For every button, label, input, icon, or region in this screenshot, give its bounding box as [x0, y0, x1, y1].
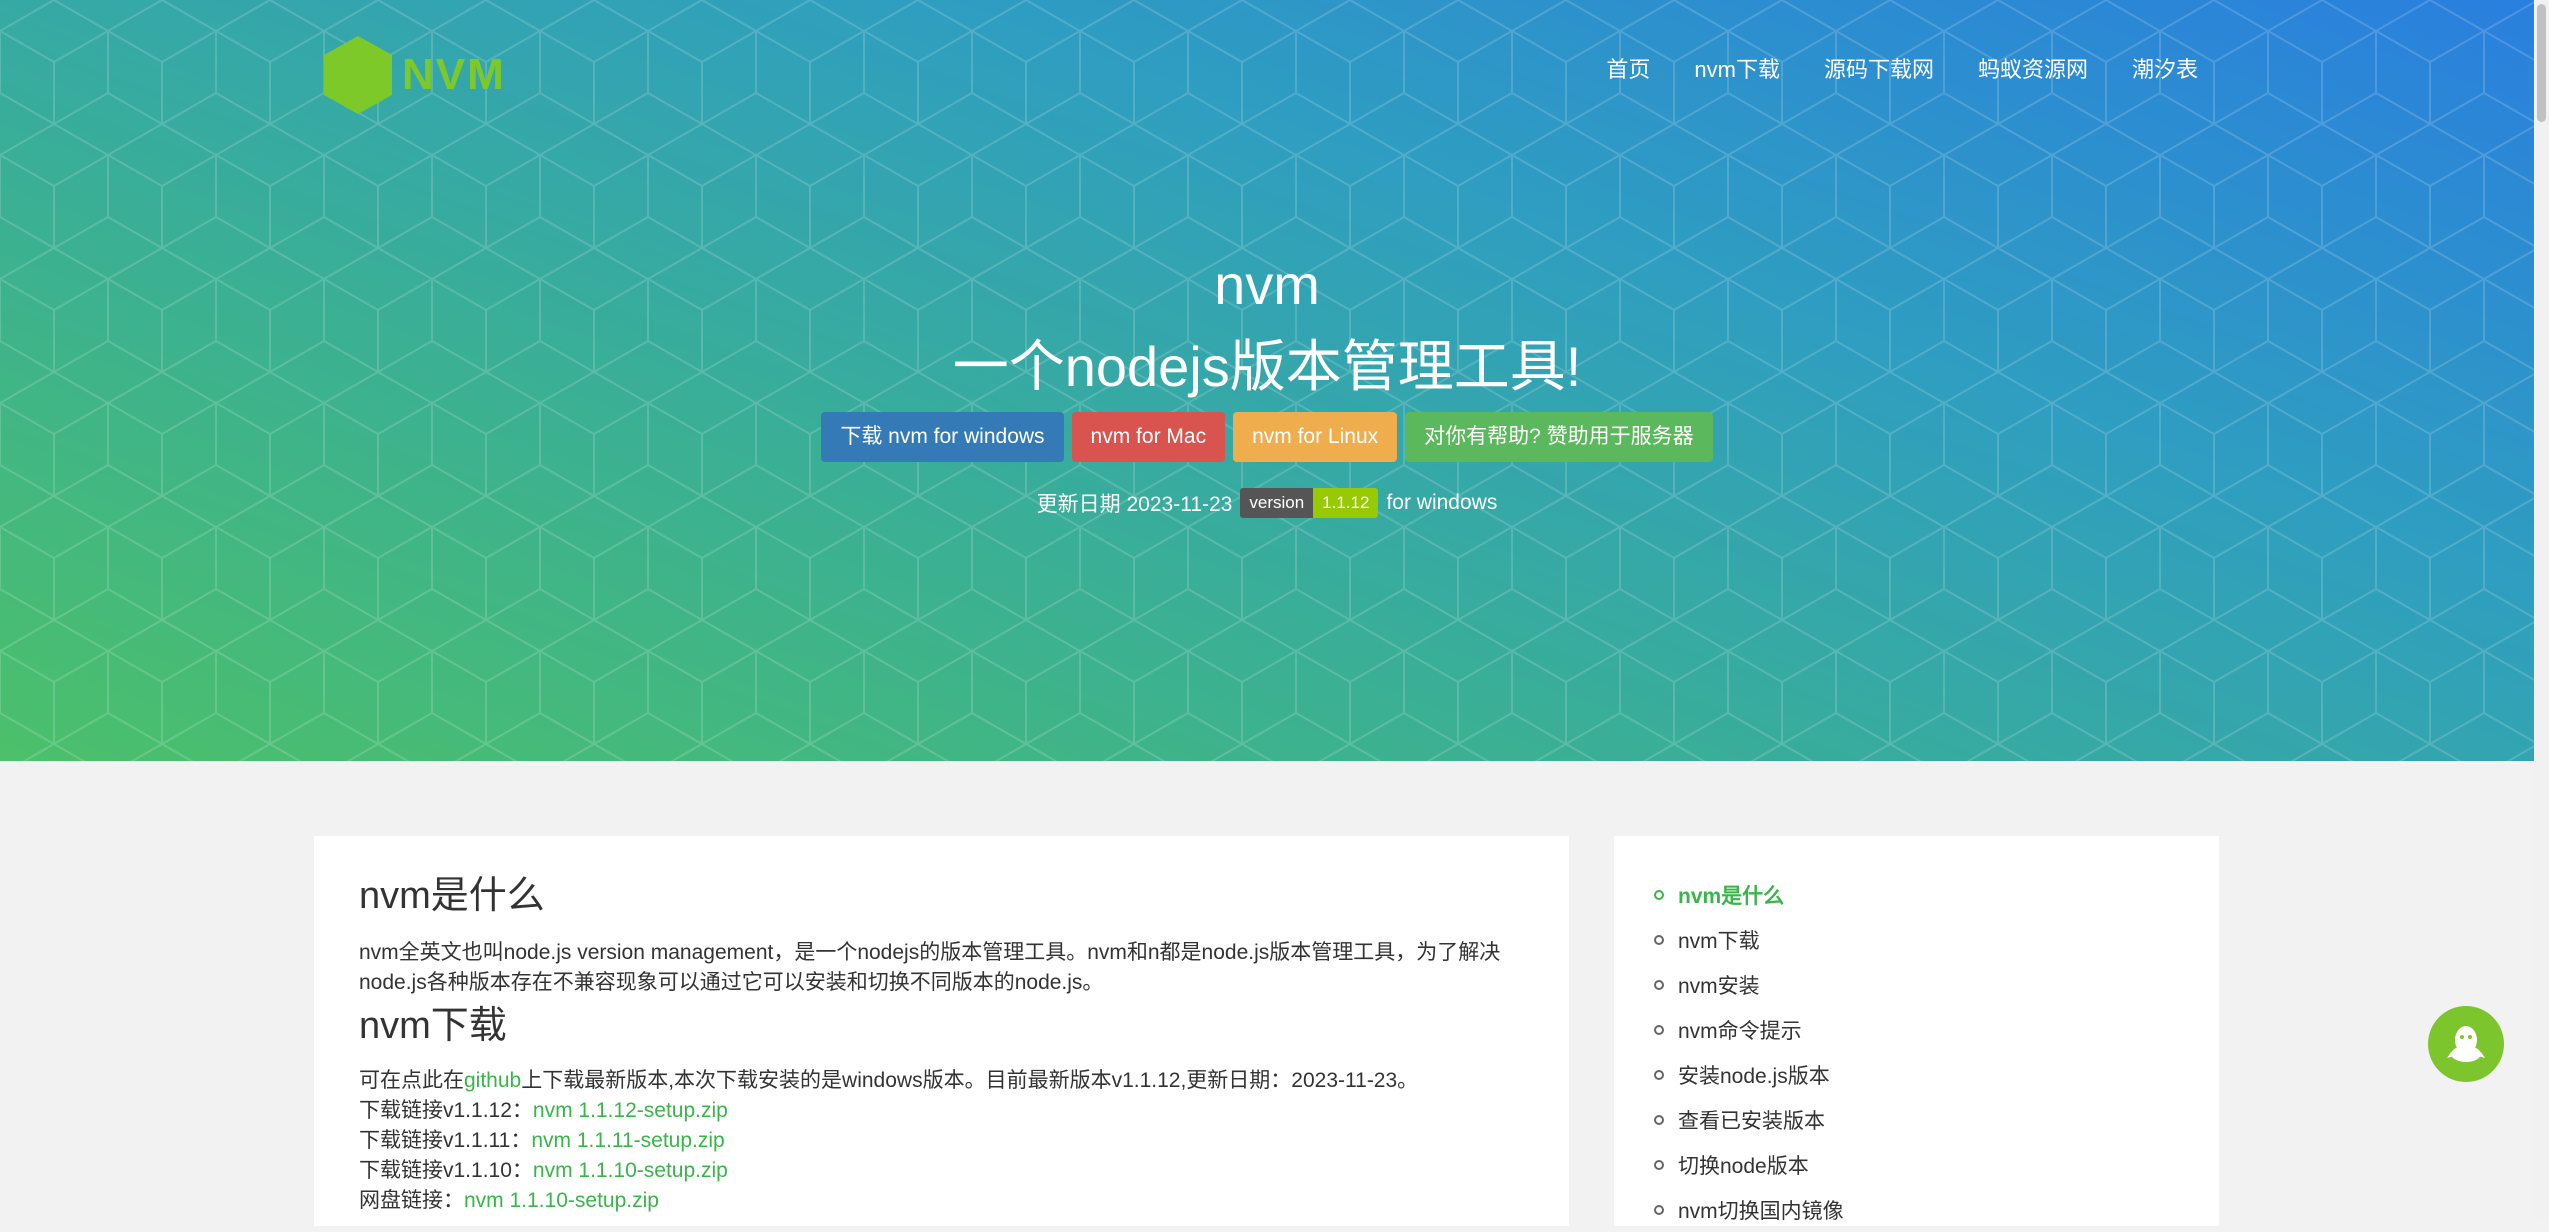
- toc-item-label: nvm切换国内镜像: [1678, 1199, 1844, 1223]
- github-link[interactable]: github: [464, 1069, 521, 1092]
- nav-home[interactable]: 首页: [1606, 52, 1650, 84]
- download-section: 可在点此在github上下载最新版本,本次下载安装的是windows版本。目前最…: [359, 1066, 1418, 1216]
- logo[interactable]: NVM: [322, 34, 506, 116]
- version-badge-label: version: [1240, 488, 1314, 518]
- toc-item-label: nvm安装: [1678, 974, 1760, 998]
- update-info: 更新日期 2023-11-23 version 1.1.12 for windo…: [0, 488, 2534, 518]
- toc-item[interactable]: nvm下载: [1654, 917, 1844, 962]
- download-intro: 可在点此在github上下载最新版本,本次下载安装的是windows版本。目前最…: [359, 1066, 1418, 1096]
- toc-item[interactable]: nvm安装: [1654, 962, 1844, 1007]
- toc-item[interactable]: nvm是什么: [1654, 872, 1844, 917]
- hexagon-logo-icon: [324, 36, 392, 114]
- toc-item-label: nvm下载: [1678, 929, 1760, 953]
- logo-text: NVM: [402, 50, 506, 99]
- toc-item[interactable]: nvm命令提示: [1654, 1007, 1844, 1052]
- bullet-icon: [1654, 1159, 1664, 1170]
- qq-penguin-icon: [2447, 1026, 2485, 1062]
- download-link[interactable]: nvm 1.1.10-setup.zip: [464, 1189, 659, 1212]
- toc-item[interactable]: 查看已安装版本: [1654, 1097, 1844, 1142]
- download-link-row: 下载链接v1.1.10：nvm 1.1.10-setup.zip: [359, 1156, 1418, 1186]
- linux-button[interactable]: nvm for Linux: [1233, 412, 1398, 462]
- bullet-icon: [1654, 934, 1664, 945]
- section-title-what-is-nvm: nvm是什么: [359, 875, 545, 917]
- download-link-row: 下载链接v1.1.12：nvm 1.1.12-setup.zip: [359, 1096, 1418, 1126]
- nav-tide-table[interactable]: 潮汐表: [2132, 52, 2198, 84]
- download-link-label: 网盘链接：: [359, 1189, 464, 1212]
- download-link-label: 下载链接v1.1.11：: [359, 1129, 532, 1152]
- download-intro-rest: 上下载最新版本,本次下载安装的是windows版本。目前最新版本v1.1.12,…: [521, 1069, 1419, 1092]
- section-paragraph-what-is-nvm: nvm全英文也叫node.js version management，是一个no…: [359, 941, 1501, 994]
- bullet-icon: [1654, 979, 1664, 990]
- scrollbar[interactable]: [2534, 0, 2549, 1218]
- nav-nvm-download[interactable]: nvm下载: [1694, 52, 1780, 84]
- hero-title: nvm: [1214, 253, 1320, 316]
- bullet-icon: [1654, 1069, 1664, 1080]
- nav-source-download[interactable]: 源码下载网: [1824, 52, 1934, 84]
- version-badge: version 1.1.12: [1240, 488, 1379, 518]
- download-link-row: 网盘链接：nvm 1.1.10-setup.zip: [359, 1186, 1418, 1216]
- download-intro-text: 可在点此在: [359, 1069, 464, 1092]
- toc-item-label: nvm命令提示: [1678, 1019, 1802, 1043]
- toc-item-label: 查看已安装版本: [1678, 1109, 1825, 1133]
- sponsor-button[interactable]: 对你有帮助? 赞助用于服务器: [1405, 412, 1713, 462]
- toc-item-label: nvm是什么: [1678, 884, 1785, 908]
- toc-item-label: 切换node版本: [1678, 1154, 1809, 1178]
- mac-button[interactable]: nvm for Mac: [1071, 412, 1226, 462]
- bullet-icon: [1654, 889, 1664, 900]
- download-link[interactable]: nvm 1.1.10-setup.zip: [533, 1159, 728, 1182]
- toc-item-label: 安装node.js版本: [1678, 1064, 1830, 1088]
- download-windows-button[interactable]: 下载 nvm for windows: [821, 412, 1064, 462]
- download-link[interactable]: nvm 1.1.12-setup.zip: [533, 1099, 728, 1122]
- top-nav: 首页 nvm下载 源码下载网 蚂蚁资源网 潮汐表: [1562, 52, 2198, 84]
- hero-subtitle: 一个nodejs版本管理工具!: [952, 335, 1582, 398]
- toc-item[interactable]: nvm切换国内镜像: [1654, 1187, 1844, 1232]
- table-of-contents: nvm是什么 nvm下载 nvm安装 nvm命令提示 安装node.js版本 查…: [1654, 872, 1844, 1232]
- download-link-label: 下载链接v1.1.10：: [359, 1159, 533, 1182]
- toc-item[interactable]: 安装node.js版本: [1654, 1052, 1844, 1097]
- update-platform: for windows: [1386, 491, 1498, 514]
- nav-ant-resources[interactable]: 蚂蚁资源网: [1978, 52, 2088, 84]
- scrollbar-thumb[interactable]: [2537, 4, 2546, 122]
- hero-buttons: 下载 nvm for windows nvm for Mac nvm for L…: [0, 412, 2534, 462]
- qq-chat-button[interactable]: [2428, 1006, 2504, 1082]
- download-link[interactable]: nvm 1.1.11-setup.zip: [531, 1129, 724, 1152]
- version-badge-value: 1.1.12: [1313, 488, 1379, 518]
- toc-item[interactable]: 切换node版本: [1654, 1142, 1844, 1187]
- download-link-row: 下载链接v1.1.11：nvm 1.1.11-setup.zip: [359, 1126, 1418, 1156]
- bullet-icon: [1654, 1114, 1664, 1125]
- update-date: 更新日期 2023-11-23: [1036, 493, 1233, 516]
- bullet-icon: [1654, 1204, 1664, 1215]
- download-link-label: 下载链接v1.1.12：: [359, 1099, 533, 1122]
- bullet-icon: [1654, 1024, 1664, 1035]
- hero-banner: NVM 首页 nvm下载 源码下载网 蚂蚁资源网 潮汐表 nvm 一个nodej…: [0, 0, 2534, 761]
- section-title-nvm-download: nvm下载: [359, 1005, 507, 1047]
